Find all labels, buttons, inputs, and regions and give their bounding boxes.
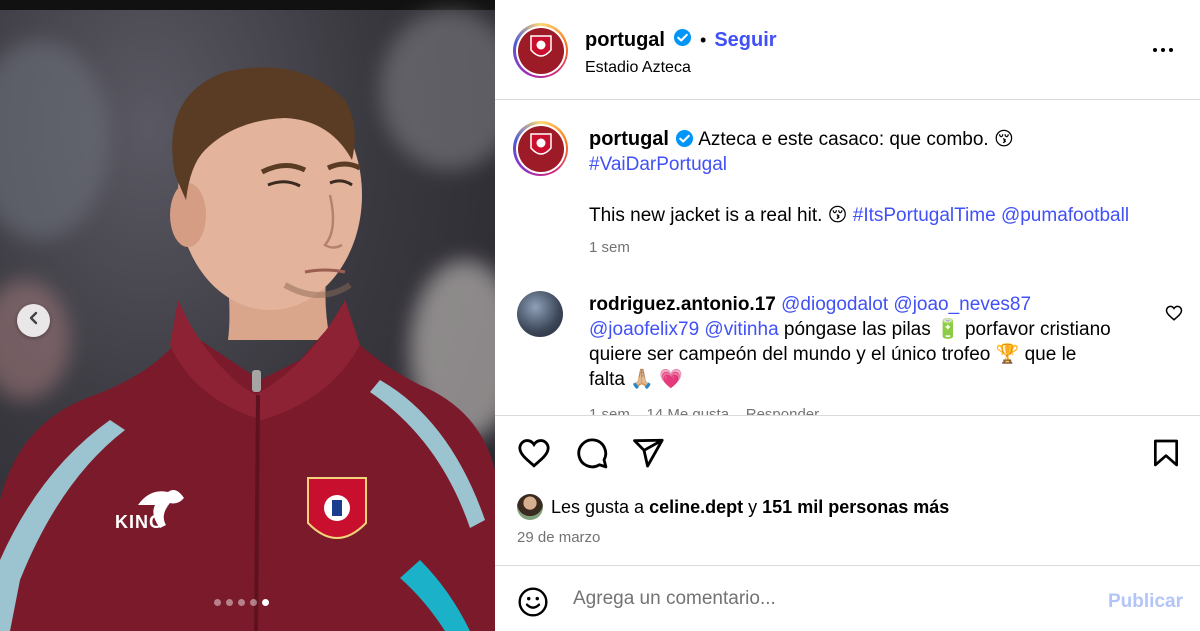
- comment-input[interactable]: [573, 588, 1093, 610]
- caption-avatar[interactable]: [513, 121, 568, 176]
- emoji-picker-button[interactable]: [517, 586, 549, 623]
- post-media: KING: [0, 0, 495, 631]
- heart-icon: [1165, 305, 1183, 326]
- like-button[interactable]: [517, 436, 551, 475]
- trophy-emoji: 🏆: [995, 344, 1020, 365]
- publish-button[interactable]: Publicar: [1108, 591, 1183, 613]
- caption-text-2: This new jacket is a real hit.: [589, 205, 823, 226]
- player-photo: [0, 67, 495, 631]
- comment-meta[interactable]: 1 sem 14 Me gusta Responder: [589, 406, 819, 415]
- liker-avatar[interactable]: [517, 494, 543, 520]
- verified-badge-icon: [673, 28, 692, 52]
- comment-text: póngase las pilas: [783, 319, 931, 340]
- crest-icon: [529, 34, 553, 67]
- commenter-username[interactable]: rodriguez.antonio.17: [589, 294, 776, 315]
- caption-hashtag-2[interactable]: #ItsPortugalTime: [853, 205, 996, 226]
- comment-text: quiere ser campeón del mundo y el único …: [589, 344, 991, 365]
- carousel-dot: [214, 599, 221, 606]
- caption-username[interactable]: portugal: [589, 127, 669, 152]
- battery-emoji: 🔋: [936, 319, 960, 340]
- kiss-emoji: 😚: [827, 205, 848, 226]
- caption-timestamp[interactable]: 1 sem: [589, 239, 630, 256]
- comment-button[interactable]: [575, 436, 609, 475]
- comment-text: que le: [1024, 344, 1077, 365]
- carousel-dot-active: [262, 599, 269, 606]
- comment-mention[interactable]: @joao_neves87: [893, 294, 1031, 315]
- commenter-avatar[interactable]: [517, 291, 563, 337]
- comment-text: falta: [589, 369, 625, 390]
- post-caption: portugal Azteca e este casaco: que combo…: [589, 127, 1179, 228]
- likes-connector: y: [748, 496, 758, 517]
- heart-emoji: 💗: [659, 369, 683, 390]
- send-icon: [631, 438, 665, 474]
- heart-icon: [517, 439, 551, 474]
- bookmark-icon: [1150, 439, 1182, 474]
- author-avatar[interactable]: [513, 23, 568, 78]
- comment-mention[interactable]: @joaofelix79: [589, 319, 699, 340]
- post-location[interactable]: Estadio Azteca: [585, 59, 691, 77]
- more-options-button[interactable]: [1151, 38, 1175, 67]
- share-button[interactable]: [631, 436, 665, 475]
- chevron-left-icon: [27, 311, 41, 330]
- carousel-prev-button[interactable]: [17, 304, 50, 337]
- comment-body: rodriguez.antonio.17 @diogodalot @joao_n…: [589, 292, 1149, 392]
- carousel-dot: [250, 599, 257, 606]
- comments-section: portugal Azteca e este casaco: que combo…: [495, 101, 1200, 415]
- emoji-icon: [517, 587, 549, 622]
- save-button[interactable]: [1150, 436, 1182, 475]
- carousel-dot: [238, 599, 245, 606]
- comment-like-button[interactable]: [1165, 304, 1183, 327]
- carousel-indicators: [214, 599, 269, 606]
- kiss-emoji: 😚: [993, 129, 1014, 150]
- follow-button[interactable]: Seguir: [714, 29, 776, 52]
- jersey-brand-label: KING: [115, 512, 164, 532]
- carousel-dot: [226, 599, 233, 606]
- likes-summary: Les gusta a celine.dept y 151 mil person…: [517, 494, 949, 520]
- verified-badge-icon: [675, 127, 694, 152]
- author-username[interactable]: portugal: [585, 29, 665, 52]
- caption-text: Azteca e este casaco: que combo.: [698, 129, 989, 150]
- more-options-icon: [1151, 48, 1175, 66]
- comment-bar: Publicar: [495, 565, 1200, 631]
- likes-prefix: Les gusta a: [551, 496, 645, 517]
- post-header: portugal • Seguir Estadio Azteca: [495, 0, 1200, 100]
- comment-mention[interactable]: @diogodalot: [781, 294, 888, 315]
- liker-username[interactable]: celine.dept: [649, 497, 743, 517]
- crest-icon: [529, 132, 553, 165]
- comment-text: porfavor cristiano: [964, 319, 1111, 340]
- pray-emoji: 🙏🏼: [630, 369, 654, 390]
- caption-mention[interactable]: @pumafootball: [1001, 205, 1129, 226]
- post-date[interactable]: 29 de marzo: [517, 529, 600, 546]
- post-panel: portugal • Seguir Estadio Azteca portuga…: [495, 0, 1200, 631]
- comment-mention[interactable]: @vitinha: [704, 319, 778, 340]
- comment-icon: [575, 438, 609, 474]
- post-actions: Les gusta a celine.dept y 151 mil person…: [495, 415, 1200, 565]
- caption-hashtag[interactable]: #VaiDarPortugal: [589, 154, 727, 175]
- likes-count[interactable]: 151 mil personas más: [762, 497, 949, 517]
- header-separator: •: [700, 29, 707, 50]
